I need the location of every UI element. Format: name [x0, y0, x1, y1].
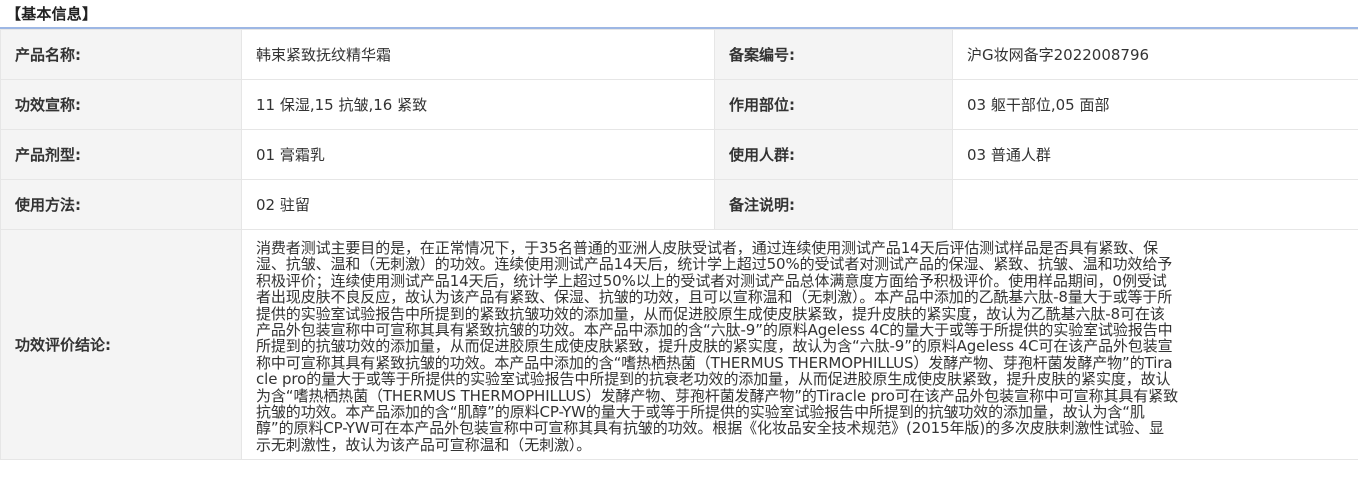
efficacy-claim-value: 11 保湿,15 抗皱,16 紧致: [241, 79, 715, 130]
table-row: 产品剂型: 01 膏霜乳 使用人群: 03 普通人群: [0, 129, 1358, 180]
target-population-value: 03 普通人群: [952, 129, 1358, 180]
application-area-value: 03 躯干部位,05 面部: [952, 79, 1358, 130]
dosage-form-label: 产品剂型:: [0, 129, 242, 180]
product-name-label: 产品名称:: [0, 29, 242, 80]
section-title: 【基本信息】: [0, 0, 1358, 29]
table-row: 使用方法: 02 驻留 备注说明:: [0, 179, 1358, 230]
dosage-form-value: 01 膏霜乳: [241, 129, 715, 180]
basic-info-table: 产品名称: 韩束紧致抚纹精华霜 备案编号: 沪G妆网备字2022008796 功…: [0, 29, 1358, 461]
usage-method-label: 使用方法:: [0, 179, 242, 230]
table-row: 功效宣称: 11 保湿,15 抗皱,16 紧致 作用部位: 03 躯干部位,05…: [0, 79, 1358, 130]
usage-method-value: 02 驻留: [241, 179, 715, 230]
efficacy-conclusion-label: 功效评价结论:: [0, 228, 242, 461]
remarks-value: [952, 179, 1358, 230]
efficacy-claim-label: 功效宣称:: [0, 79, 242, 130]
application-area-label: 作用部位:: [714, 79, 953, 130]
product-name-value: 韩束紧致抚纹精华霜: [241, 29, 715, 80]
registration-number-label: 备案编号:: [714, 29, 953, 80]
remarks-label: 备注说明:: [714, 179, 953, 230]
registration-number-value: 沪G妆网备字2022008796: [952, 29, 1358, 80]
table-row: 功效评价结论: 消费者测试主要目的是，在正常情况下，于35名普通的亚洲人皮肤受试…: [0, 228, 1358, 461]
efficacy-conclusion-text: 消费者测试主要目的是，在正常情况下，于35名普通的亚洲人皮肤受试者，通过连续使用…: [241, 228, 1358, 461]
target-population-label: 使用人群:: [714, 129, 953, 180]
table-row: 产品名称: 韩束紧致抚纹精华霜 备案编号: 沪G妆网备字2022008796: [0, 29, 1358, 80]
